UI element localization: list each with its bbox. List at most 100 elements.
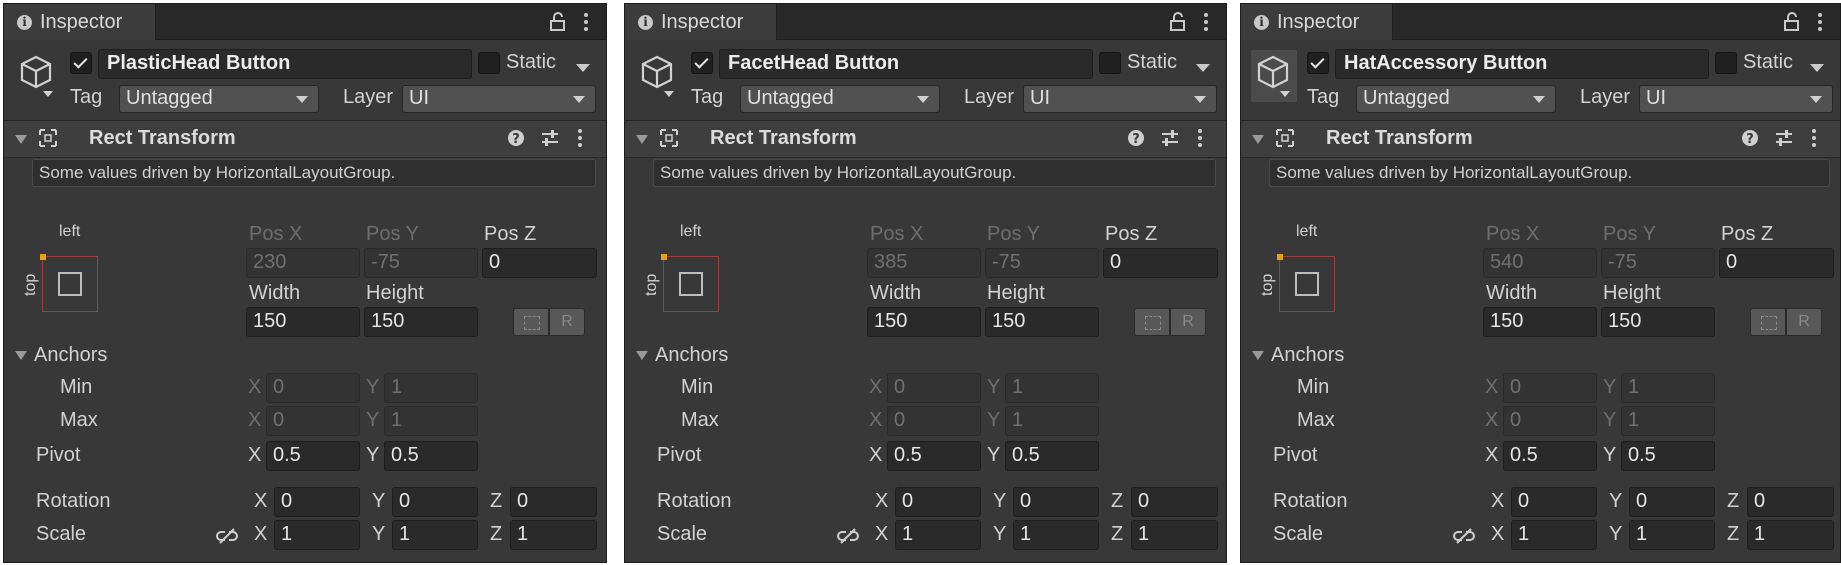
pivot-x-field[interactable]: 0.5 [1503,441,1597,471]
gameobject-name-field[interactable]: FacetHead Button [719,49,1093,79]
foldout-arrow-icon[interactable] [636,135,648,144]
help-icon[interactable]: ? [1126,128,1146,148]
anchors-label: Anchors [1271,344,1345,366]
lock-icon[interactable] [548,12,568,32]
layer-label: Layer [1580,86,1631,108]
rect-transform-header[interactable]: Rect Transform ? [1241,120,1840,158]
rotation-x-field[interactable]: 0 [1511,487,1597,517]
static-checkbox[interactable] [1099,52,1121,74]
rotation-z-field[interactable]: 0 [510,487,597,517]
kebab-menu-icon[interactable] [1810,11,1830,33]
scale-y-field[interactable]: 1 [392,520,478,550]
preset-sliders-icon[interactable] [540,128,560,148]
layer-dropdown[interactable]: UI [402,85,596,113]
foldout-arrow-icon[interactable] [1252,135,1264,144]
help-icon[interactable]: ? [506,128,526,148]
anchors-foldout-icon[interactable] [636,351,648,360]
scale-x-field[interactable]: 1 [1511,520,1597,550]
scale-z-field[interactable]: 1 [510,520,597,550]
scale-y-field[interactable]: 1 [1629,520,1715,550]
rotation-y-field[interactable]: 0 [1013,487,1099,517]
component-menu-icon[interactable] [1804,128,1824,148]
width-field[interactable]: 150 [246,307,360,337]
preset-sliders-icon[interactable] [1774,128,1794,148]
scale-z-field[interactable]: 1 [1747,520,1834,550]
rotation-y-field[interactable]: 0 [1629,487,1715,517]
tag-value: Untagged [747,87,834,109]
component-menu-icon[interactable] [1190,128,1210,148]
constrain-proportions-icon[interactable] [837,528,859,544]
active-checkbox[interactable] [691,52,713,74]
static-dropdown-arrow-icon[interactable] [576,64,590,72]
blueprint-mode-button[interactable] [1134,308,1170,336]
tag-dropdown[interactable]: Untagged [1356,85,1556,113]
tag-dropdown[interactable]: Untagged [119,85,319,113]
max-y-axis-label: Y [1603,409,1617,431]
foldout-arrow-icon[interactable] [15,135,27,144]
layer-dropdown[interactable]: UI [1639,85,1833,113]
scale-z-field[interactable]: 1 [1131,520,1218,550]
anchors-foldout-icon[interactable] [15,351,27,360]
pivot-y-field[interactable]: 0.5 [1621,441,1715,471]
component-menu-icon[interactable] [570,128,590,148]
pivot-y-field[interactable]: 0.5 [1005,441,1099,471]
tab-inspector[interactable]: i Inspector [4,4,156,40]
scale-y-field[interactable]: 1 [1013,520,1099,550]
height-field[interactable]: 150 [985,307,1099,337]
pivot-x-field[interactable]: 0.5 [887,441,981,471]
scale-x-axis-label: X [1491,523,1505,545]
rotation-z-field[interactable]: 0 [1131,487,1218,517]
scale-x-field[interactable]: 1 [895,520,981,550]
preset-sliders-icon[interactable] [1160,128,1180,148]
layer-dropdown[interactable]: UI [1023,85,1217,113]
pivot-x-field[interactable]: 0.5 [266,441,360,471]
anchors-foldout-icon[interactable] [1252,351,1264,360]
raw-edit-button[interactable]: R [1170,308,1206,336]
rotation-y-field[interactable]: 0 [392,487,478,517]
lock-icon[interactable] [1782,12,1802,32]
gameobject-icon[interactable] [1251,50,1297,102]
width-field[interactable]: 150 [867,307,981,337]
gameobject-icon[interactable] [14,50,60,102]
pivot-y-field[interactable]: 0.5 [384,441,478,471]
tab-inspector[interactable]: i Inspector [625,4,777,40]
static-dropdown-arrow-icon[interactable] [1196,64,1210,72]
constrain-proportions-icon[interactable] [216,528,238,544]
anchor-preset-button[interactable] [40,254,98,312]
gameobject-name-field[interactable]: PlasticHead Button [98,49,472,79]
height-field[interactable]: 150 [364,307,478,337]
lock-icon[interactable] [1168,12,1188,32]
scale-x-field[interactable]: 1 [274,520,360,550]
gameobject-icon[interactable] [635,50,681,102]
rotation-label: Rotation [36,490,111,512]
rect-transform-header[interactable]: Rect Transform ? [625,120,1226,158]
anchor-horizontal-label: left [59,223,81,240]
static-checkbox[interactable] [478,52,500,74]
tab-inspector[interactable]: i Inspector [1241,4,1393,40]
rotation-x-field[interactable]: 0 [274,487,360,517]
constrain-proportions-icon[interactable] [1453,528,1475,544]
static-dropdown-arrow-icon[interactable] [1810,64,1824,72]
static-checkbox[interactable] [1715,52,1737,74]
blueprint-mode-button[interactable] [1750,308,1786,336]
height-field[interactable]: 150 [1601,307,1715,337]
pos-z-field[interactable]: 0 [1103,248,1218,278]
anchor-preset-button[interactable] [661,254,719,312]
raw-edit-button[interactable]: R [1786,308,1822,336]
tag-dropdown[interactable]: Untagged [740,85,940,113]
rotation-x-field[interactable]: 0 [895,487,981,517]
blueprint-mode-button[interactable] [513,308,549,336]
pos-z-field[interactable]: 0 [1719,248,1834,278]
kebab-menu-icon[interactable] [576,11,596,33]
active-checkbox[interactable] [1307,52,1329,74]
help-icon[interactable]: ? [1740,128,1760,148]
pos-z-field[interactable]: 0 [482,248,597,278]
rect-transform-header[interactable]: Rect Transform ? [4,120,606,158]
raw-edit-button[interactable]: R [549,308,585,336]
gameobject-name-field[interactable]: HatAccessory Button [1335,49,1709,79]
anchor-preset-button[interactable] [1277,254,1335,312]
active-checkbox[interactable] [70,52,92,74]
width-field[interactable]: 150 [1483,307,1597,337]
kebab-menu-icon[interactable] [1196,11,1216,33]
rotation-z-field[interactable]: 0 [1747,487,1834,517]
